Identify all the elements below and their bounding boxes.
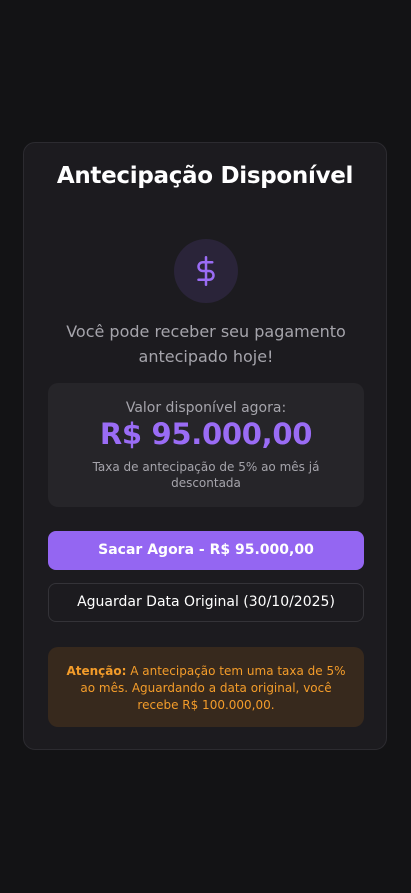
anticipation-card: Antecipação Disponível Você pode receber… bbox=[23, 142, 387, 750]
card-subtitle: Você pode receber seu pagamento antecipa… bbox=[66, 322, 346, 366]
dollar-icon-badge bbox=[174, 239, 238, 303]
withdraw-now-button[interactable]: Sacar Agora - R$ 95.000,00 bbox=[48, 531, 364, 570]
card-title: Antecipação Disponível bbox=[56, 163, 354, 189]
available-value-label: Valor disponível agora: bbox=[125, 400, 287, 416]
fee-note: Taxa de antecipação de 5% ao mês já desc… bbox=[92, 460, 320, 490]
available-value-amount: R$ 95.000,00 bbox=[99, 417, 313, 451]
dollar-sign-icon bbox=[197, 256, 215, 286]
warning-alert: Atenção: A antecipação tem uma taxa de 5… bbox=[48, 647, 364, 727]
available-value-box: Valor disponível agora: R$ 95.000,00 Tax… bbox=[48, 383, 364, 507]
alert-prefix: Atenção: bbox=[66, 664, 127, 678]
wait-original-date-button[interactable]: Aguardar Data Original (30/10/2025) bbox=[48, 583, 364, 622]
